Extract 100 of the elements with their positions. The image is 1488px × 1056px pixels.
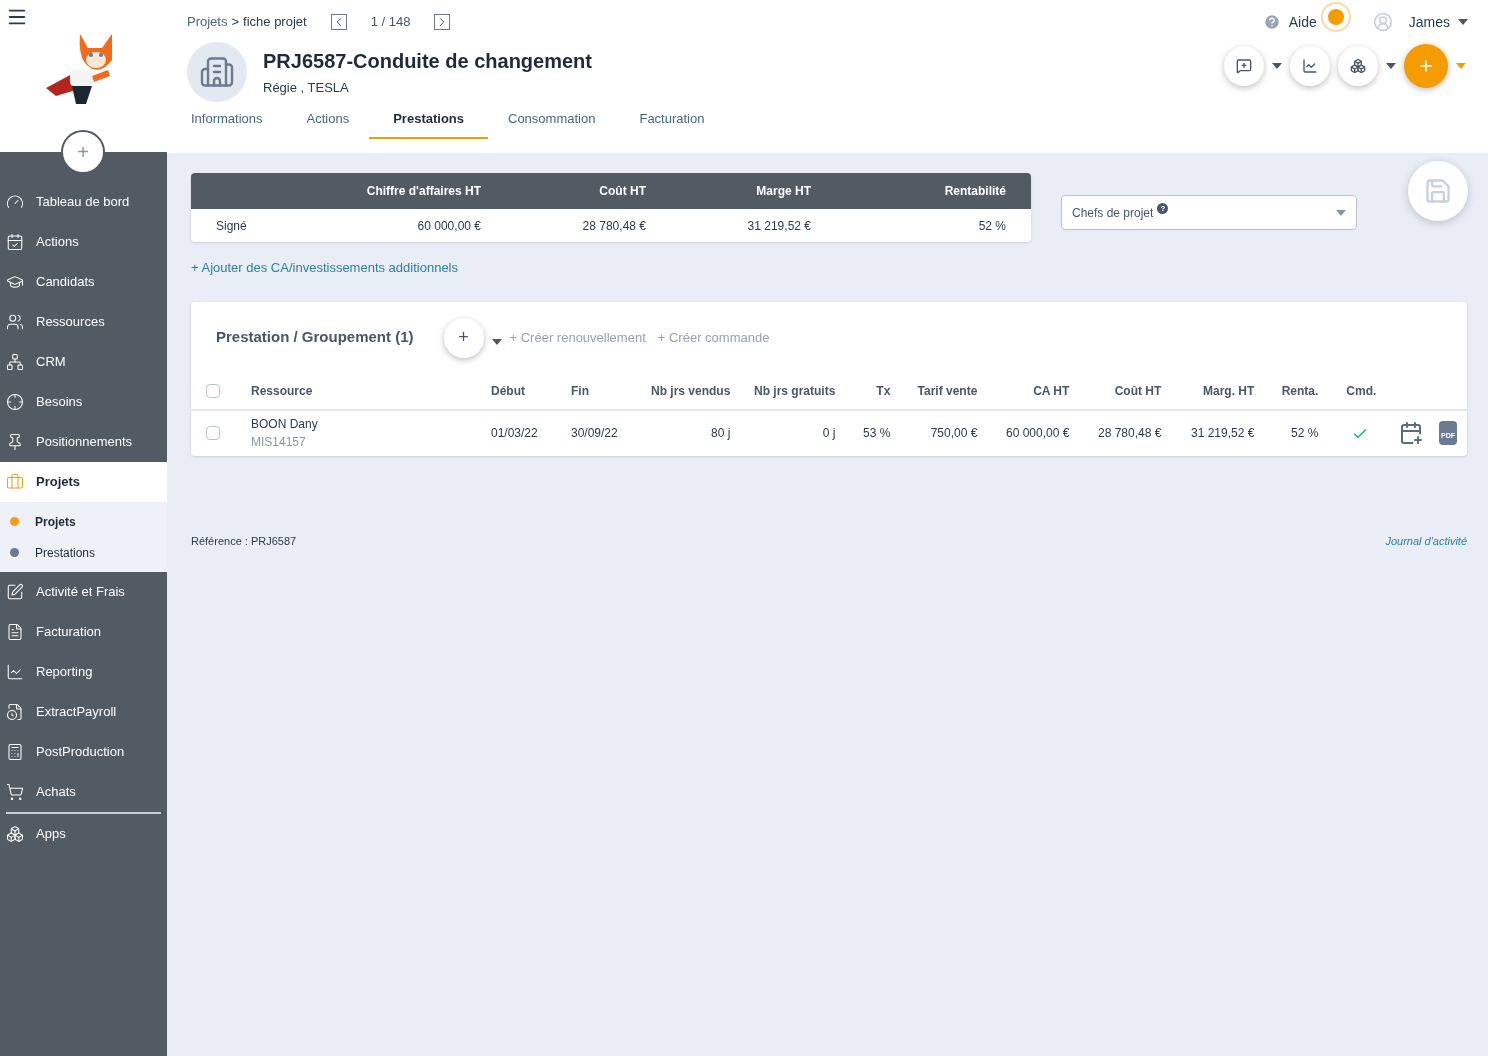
reference-text: Référence : PRJ6587 <box>191 533 297 549</box>
sidebar-label: CRM <box>36 353 66 372</box>
document-icon <box>6 623 24 641</box>
sidebar-label: Tableau de bord <box>36 193 130 212</box>
table-cell: 31 219,52 € <box>1190 426 1255 440</box>
comment-button[interactable] <box>1224 46 1264 86</box>
project-avatar <box>187 42 247 102</box>
pen-square-icon <box>6 583 24 601</box>
sidebar-sublabel: Prestations <box>35 544 96 562</box>
sidebar-item[interactable]: Projets <box>0 462 167 502</box>
section-title: Prestation / Groupement (1) <box>216 327 414 348</box>
caret-icon[interactable] <box>1386 63 1396 69</box>
table-cell: 750,00 € <box>930 426 978 440</box>
previous-button[interactable] <box>330 14 347 30</box>
column-header: Nb jrs gratuits <box>754 384 836 398</box>
summary-cell-text: 31 219,52 € <box>746 217 811 235</box>
user-name[interactable]: James <box>1408 11 1450 33</box>
sidebar-item[interactable]: Achats <box>0 772 167 812</box>
caret-icon[interactable] <box>1272 63 1282 69</box>
graduation-cap-icon <box>6 273 24 291</box>
sidebar-item[interactable]: Positionnements <box>0 422 167 462</box>
caret-icon[interactable] <box>1458 19 1468 25</box>
sidebar-label: Reporting <box>36 663 93 682</box>
resource-name: BOON Dany <box>251 416 319 433</box>
column-header: Début <box>491 384 525 398</box>
add-revenue-link[interactable]: + Ajouter des CA/investissements additionnels <box>191 258 1464 278</box>
sidebar-item[interactable]: Reporting <box>0 652 167 692</box>
calendar-icon[interactable] <box>1399 421 1423 445</box>
table-cell: 80 j <box>711 426 731 440</box>
boxes-icon <box>6 825 24 843</box>
column-header: Fin <box>571 384 589 398</box>
breadcrumb-link[interactable]: Projets <box>187 12 228 32</box>
add-prestation-button[interactable]: + <box>443 317 484 358</box>
sidebar-item[interactable]: Tableau de bord <box>0 182 167 222</box>
sidebar-item[interactable]: ExtractPayroll <box>0 692 167 732</box>
sidebar-item[interactable]: PostProduction <box>0 732 167 772</box>
next-button[interactable] <box>434 14 451 30</box>
table-cell: 0 j <box>822 426 836 440</box>
table-cell: 52 % <box>1291 426 1319 440</box>
managers-placeholder: Chefs de projet <box>1072 204 1154 222</box>
calculator-icon <box>6 743 24 761</box>
sidebar-item[interactable]: Facturation <box>0 612 167 652</box>
table-cell: 30/09/22 <box>571 426 618 440</box>
gauge-icon <box>6 193 24 211</box>
sidebar-item[interactable]: Besoins <box>0 382 167 422</box>
sidebar-label: Besoins <box>36 393 83 412</box>
sidebar-label: ExtractPayroll <box>36 703 117 722</box>
column-header: Nb jrs vendus <box>651 384 731 398</box>
breadcrumb-separator: > <box>231 13 240 32</box>
sidebar-item[interactable]: CRM <box>0 342 167 382</box>
project-subtitle: Régie , TESLA <box>263 79 350 98</box>
table-cell: 28 780,48 € <box>1097 426 1162 440</box>
briefcase-icon <box>6 473 24 491</box>
table-cell: 60 000,00 € <box>1005 426 1070 440</box>
sidebar-item[interactable]: Apps <box>0 814 167 854</box>
sidebar-subitem[interactable]: Prestations <box>0 537 167 568</box>
checkbox[interactable] <box>206 384 220 398</box>
summary-row-label: Signé <box>215 217 248 235</box>
help-badge: ? <box>1157 203 1169 214</box>
column-header: Renta. <box>1281 384 1319 398</box>
summary-cell-text: 52 % <box>977 217 1006 235</box>
sidebar-label: Facturation <box>36 623 102 642</box>
column-header: Tarif vente <box>917 384 978 398</box>
resource-reference: MIS14157 <box>251 434 307 451</box>
caret-icon[interactable] <box>491 338 502 345</box>
summary-header: Coût HT <box>598 183 646 200</box>
sidebar-item[interactable]: Candidats <box>0 262 167 302</box>
project-title: PRJ6587-Conduite de changement <box>263 49 592 75</box>
cart-icon <box>6 783 24 801</box>
table-cell: 01/03/22 <box>491 426 538 440</box>
activity-log-link[interactable]: Journal d'activité <box>1385 532 1467 549</box>
checkbox[interactable] <box>206 426 220 440</box>
sidebar-label: Apps <box>36 825 66 844</box>
pager-count: 1 / 148 <box>370 13 411 32</box>
boxes-button[interactable] <box>1338 46 1378 86</box>
sidebar-label: Activité et Frais <box>36 583 125 602</box>
sidebar-subitem[interactable]: Projets <box>0 506 167 537</box>
help-link[interactable]: Aide <box>1288 11 1317 33</box>
column-header: CA HT <box>1033 384 1070 398</box>
line-chart-icon <box>1302 58 1318 74</box>
summary-cell-text: 28 780,48 € <box>581 217 646 235</box>
save-icon <box>1424 177 1452 205</box>
sidebar-label: PostProduction <box>36 743 125 762</box>
help-icon[interactable] <box>1262 13 1281 31</box>
chart-button[interactable] <box>1290 46 1330 86</box>
sidebar-item[interactable]: Activité et Frais <box>0 572 167 612</box>
sidebar-label: Candidats <box>36 273 95 292</box>
sidebar-item[interactable]: Actions <box>0 222 167 262</box>
document-clock-icon <box>6 703 24 721</box>
column-header: Cmd. <box>1346 384 1377 398</box>
dropdown-caret-icon[interactable] <box>1336 209 1346 216</box>
people-icon <box>6 313 24 331</box>
sidebar-item[interactable]: Ressources <box>0 302 167 342</box>
summary-header: Chiffre d'affaires HT <box>365 183 481 200</box>
sidebar-label: Actions <box>36 233 79 252</box>
comment-icon <box>1236 58 1252 74</box>
managers-select[interactable]: Chefs de projet ? <box>1061 195 1357 230</box>
boxes-icon <box>1350 58 1366 74</box>
tab[interactable]: Prestations <box>369 101 488 139</box>
sidebar-label: Ressources <box>36 313 105 332</box>
